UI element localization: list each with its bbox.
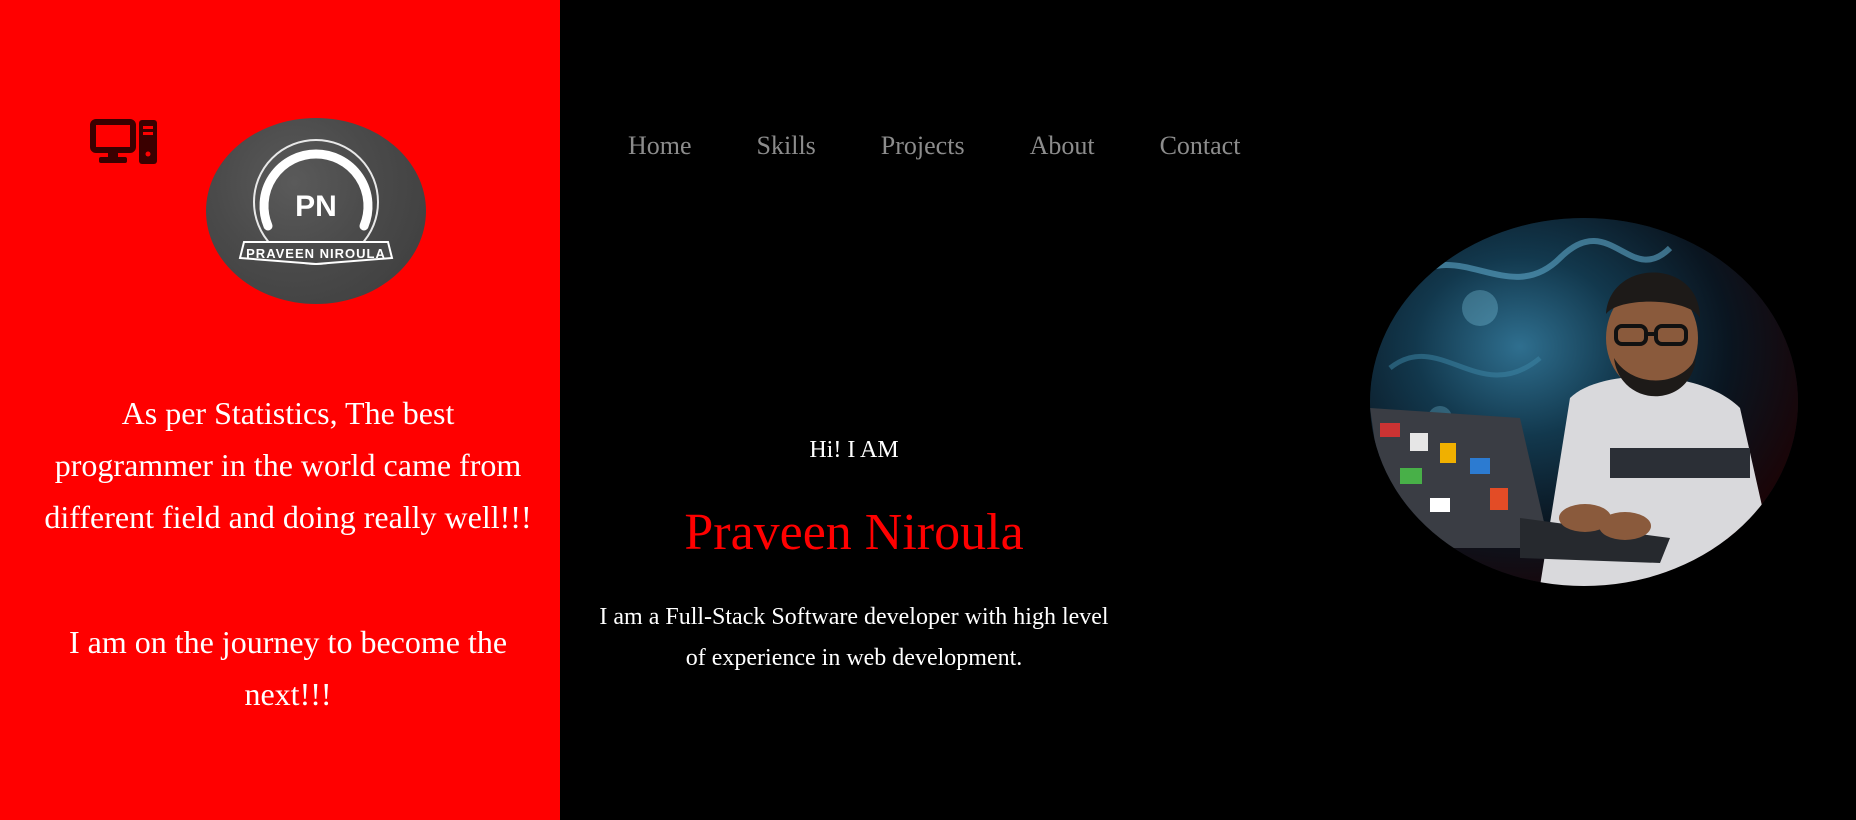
profile-photo [1370,218,1798,586]
page: PN PRAVEEN NIROULA As per Statistics, Th… [0,0,1856,820]
main-nav: Home Skills Projects About Contact [628,126,1240,166]
logo-badge[interactable]: PN PRAVEEN NIROULA [206,118,426,304]
sidebar-journey-text: I am on the journey to become the next!!… [68,624,508,712]
desktop-computer-icon [90,118,160,168]
sidebar-quote: As per Statistics, The best programmer i… [44,395,532,535]
hero-name: Praveen Niroula [684,504,1024,561]
nav-link-home[interactable]: Home [628,126,692,166]
nav-link-contact[interactable]: Contact [1160,126,1241,166]
nav-link-skills[interactable]: Skills [757,126,816,166]
logo-name: PRAVEEN NIROULA [246,246,386,261]
logo-initials: PN [295,190,337,223]
nav-link-projects[interactable]: Projects [881,126,965,166]
left-panel: PN PRAVEEN NIROULA As per Statistics, Th… [0,0,560,820]
nav-link-about[interactable]: About [1030,126,1095,166]
hero-description: I am a Full-Stack Software developer wit… [599,604,1109,671]
hero-greeting: Hi! I AM [809,437,899,463]
